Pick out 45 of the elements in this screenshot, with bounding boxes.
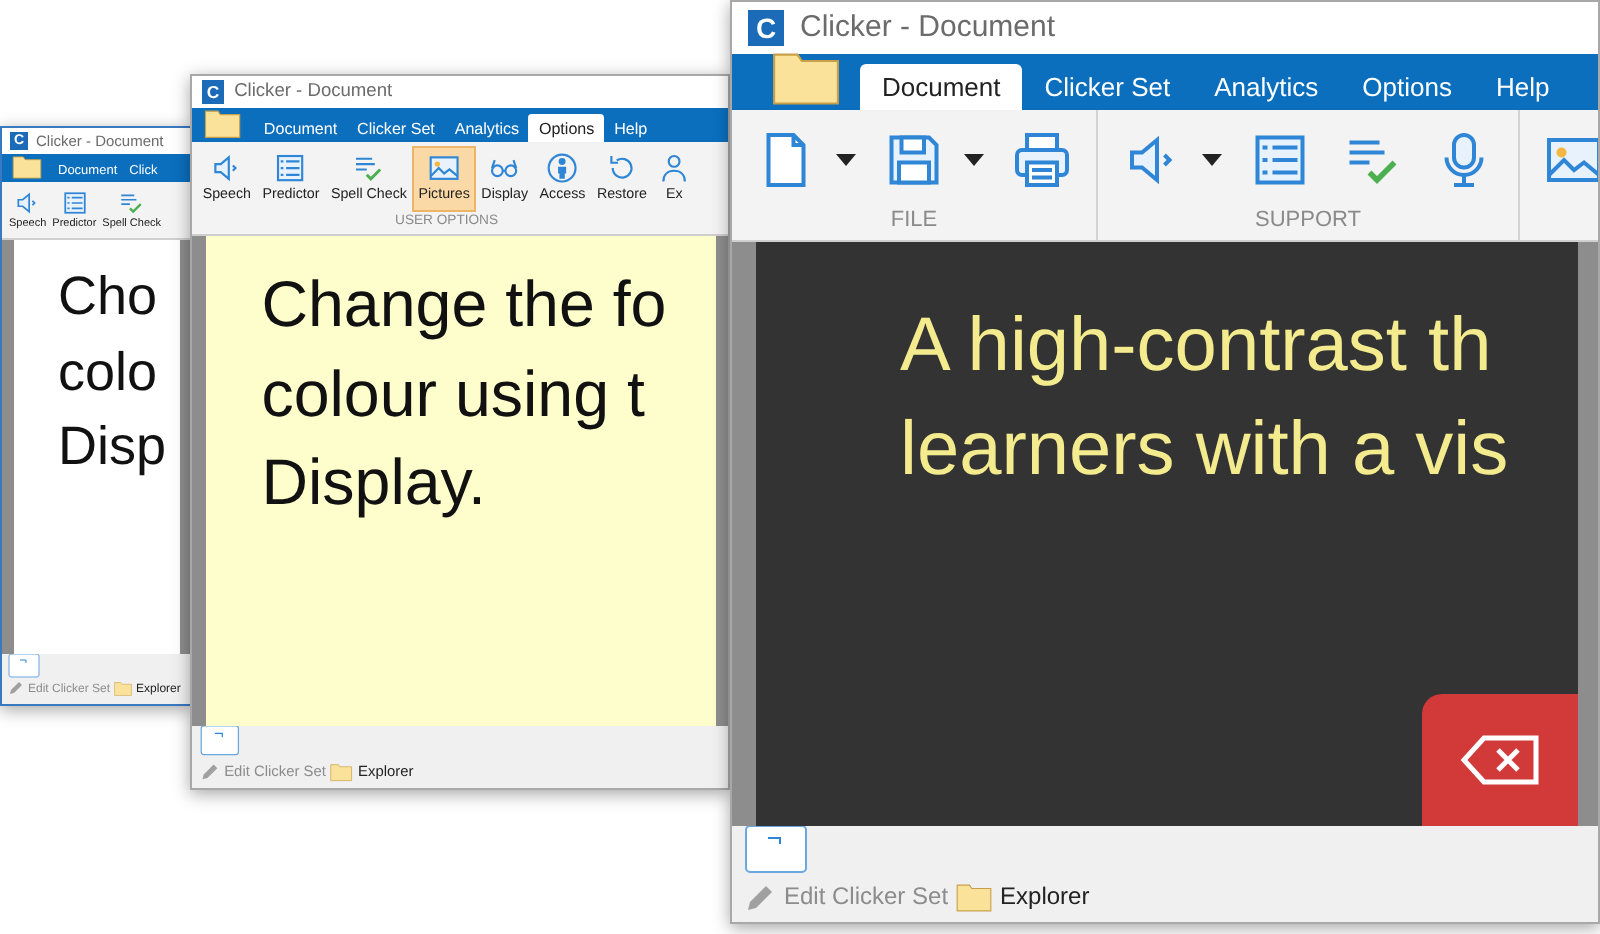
check-mark-icon	[352, 152, 386, 185]
list-icon	[274, 152, 308, 185]
ribbon-tab[interactable]: Document	[860, 64, 1023, 110]
person-icon	[546, 152, 579, 185]
text-line: Disp	[58, 413, 169, 480]
speaker-icon	[14, 190, 41, 216]
group-label: FILE	[890, 206, 938, 236]
ribbon-tab[interactable]: Clicker Set	[1022, 64, 1193, 110]
app-logo: C	[201, 80, 225, 104]
pencil-icon	[199, 762, 220, 783]
pencil-icon	[744, 881, 776, 914]
list-icon	[1250, 130, 1310, 190]
check-mark-icon	[118, 190, 145, 216]
text-line: Display.	[261, 444, 488, 522]
caret-icon[interactable]	[1202, 154, 1222, 166]
person-icon	[658, 152, 691, 185]
pencil-icon	[8, 680, 24, 697]
list-icon	[61, 190, 88, 216]
ribbon-tab[interactable]: Help	[1473, 64, 1572, 110]
folder-icon	[956, 883, 993, 912]
ribbon-tab[interactable]: Analytics	[1192, 64, 1341, 110]
text-line: Cho	[58, 264, 160, 331]
backspace-button[interactable]	[1422, 693, 1578, 826]
picture-icon	[428, 152, 461, 185]
page-tab-icon[interactable]	[744, 825, 808, 874]
ribbon-tab[interactable]: Options	[1340, 64, 1474, 110]
window-title: Clicker - Document	[800, 7, 1056, 48]
folder-icon	[114, 681, 133, 696]
circular-arrow-icon	[605, 152, 638, 185]
group-label: SUPPORT	[1255, 206, 1361, 236]
printer-icon	[1012, 130, 1072, 190]
speaker-icon	[210, 152, 243, 185]
window-title: Clicker - Document	[234, 78, 393, 105]
folder-icon	[330, 764, 354, 782]
backspace-icon	[1460, 733, 1540, 786]
text-line: learners with a vis	[900, 405, 1511, 496]
text-line: colour using t	[261, 355, 647, 434]
text-line: A high-contrast th	[900, 301, 1494, 391]
caret-icon[interactable]	[836, 154, 856, 166]
text-line: Change the fo	[261, 266, 669, 345]
caret-icon[interactable]	[964, 154, 984, 166]
app-logo: C	[748, 10, 784, 46]
explorer-link[interactable]: Explorer	[1000, 878, 1090, 914]
page-tab-icon[interactable]	[199, 726, 240, 757]
text-line: colo	[58, 339, 160, 405]
